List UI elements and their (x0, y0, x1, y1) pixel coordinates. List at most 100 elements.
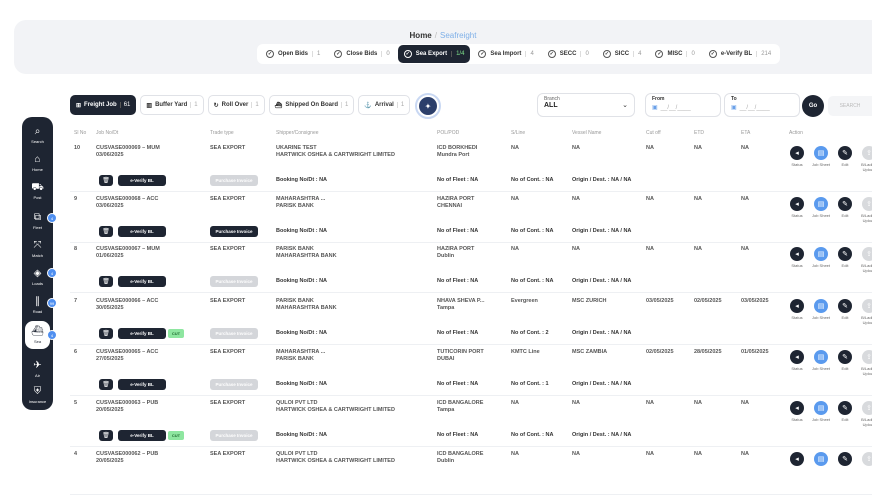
edit-icon[interactable]: ✎ (838, 401, 852, 415)
from-date-field[interactable]: From ▣ __/__/____ (645, 93, 721, 117)
upload-icon[interactable]: ⇪ (862, 299, 872, 313)
delete-icon[interactable]: 🗑 (99, 430, 113, 441)
purchase-invoice-button[interactable]: Purchase Invoice (210, 226, 258, 237)
tab-open-bids[interactable]: ✓ Open Bids 1 (260, 45, 326, 63)
upload-icon[interactable]: ⇪ (862, 452, 872, 466)
purchase-invoice-button[interactable]: Purchase Invoice (210, 276, 258, 287)
job-sheet-icon[interactable]: ▤ (814, 247, 828, 261)
delete-icon[interactable]: 🗑 (99, 276, 113, 287)
job-sheet-icon[interactable]: ▤ (814, 299, 828, 313)
tab-sicc[interactable]: ✓ SICC 4 (597, 45, 648, 63)
edit-icon[interactable]: ✎ (838, 197, 852, 211)
everify-bl-button[interactable]: e-Verify BL (118, 175, 166, 186)
status-icon[interactable]: ◂ (790, 247, 804, 261)
edit-icon[interactable]: ✎ (838, 299, 852, 313)
job-sheet-icon[interactable]: ▤ (814, 350, 828, 364)
column-header: Sl No (74, 130, 87, 136)
port-of-discharge: Tampa (437, 407, 455, 413)
status-icon[interactable]: ◂ (790, 452, 804, 466)
shipper-name: PARISK BANK (276, 298, 314, 304)
purchase-invoice-button[interactable]: Purchase Invoice (210, 379, 258, 390)
sidebar-item-match[interactable]: ⤧ Match (22, 235, 53, 263)
eta-date: 01/05/2025 (741, 349, 769, 355)
booking-info: Booking No/Dt : NA (276, 278, 328, 284)
sidebar-item-post[interactable]: ⛟ Post (22, 177, 53, 205)
job-sheet-icon[interactable]: ▤ (814, 197, 828, 211)
delete-icon[interactable]: 🗑 (99, 379, 113, 390)
upload-icon[interactable]: ⇪ (862, 401, 872, 415)
upload-icon[interactable]: ⇪ (862, 197, 872, 211)
filter-buffer-yard[interactable]: ▥ Buffer Yard 1 (140, 95, 204, 115)
filter-roll-over[interactable]: ↻ Roll Over 1 (207, 95, 265, 115)
cut-off-date: NA (646, 451, 654, 457)
branch-select[interactable]: Branch ALL ⌄ (537, 93, 635, 117)
etd-date: 02/05/2025 (694, 298, 722, 304)
search-button[interactable]: SEARCH (828, 96, 872, 116)
tab-misc[interactable]: ✓ MISC 0 (649, 45, 700, 63)
filter-shipped-on-board[interactable]: ⛴ Shipped On Board 1 (268, 95, 355, 115)
check-circle-icon: ✓ (547, 50, 556, 58)
sidebar-item-air[interactable]: ✈ Air (22, 355, 53, 383)
job-date: 30/05/2025 (96, 305, 124, 311)
everify-bl-button[interactable]: e-Verify BL (118, 430, 166, 441)
job-date: 20/05/2025 (96, 458, 124, 464)
filter-count: 1 (341, 102, 348, 108)
edit-icon[interactable]: ✎ (838, 146, 852, 160)
upload-icon[interactable]: ⇪ (862, 350, 872, 364)
tab-label: Close Bids (346, 51, 378, 57)
trade-type: SEA EXPORT (210, 451, 246, 457)
upload-icon[interactable]: ⇪ (862, 247, 872, 261)
shipper-name: PARISK BANK (276, 246, 314, 252)
purchase-invoice-button[interactable]: Purchase Invoice (210, 430, 258, 441)
status-icon[interactable]: ◂ (790, 146, 804, 160)
port-of-discharge: CHENNAI (437, 203, 463, 209)
edit-icon[interactable]: ✎ (838, 350, 852, 364)
booking-info: Booking No/Dt : NA (276, 381, 328, 387)
check-circle-icon: ✓ (602, 50, 611, 58)
everify-bl-button[interactable]: e-Verify BL (118, 328, 166, 339)
tab-sea-export[interactable]: ✓ Sea Export 1/4 (397, 45, 471, 63)
etd-date: NA (694, 196, 702, 202)
purchase-invoice-button[interactable]: Purchase Invoice (210, 328, 258, 339)
filter-freight-job[interactable]: ⊞ Freight Job 61 (70, 95, 137, 115)
job-date: 03/06/2025 (96, 203, 124, 209)
edit-icon[interactable]: ✎ (838, 247, 852, 261)
edit-icon[interactable]: ✎ (838, 452, 852, 466)
tab-close-bids[interactable]: ✓ Close Bids 0 (328, 45, 395, 63)
shipping-line: NA (511, 196, 519, 202)
status-icon[interactable]: ◂ (790, 350, 804, 364)
user-avatar[interactable]: ✦ (415, 93, 441, 119)
calendar-icon: ▣ (652, 105, 658, 111)
to-date-field[interactable]: To ▣ __/__/____ (724, 93, 800, 117)
avatar-icon: ✦ (419, 97, 437, 115)
upload-icon[interactable]: ⇪ (862, 146, 872, 160)
everify-bl-button[interactable]: e-Verify BL (118, 276, 166, 287)
everify-bl-button[interactable]: e-Verify BL (118, 379, 166, 390)
tab-e-verify-bl[interactable]: ✓ e-Verify BL 214 (703, 45, 777, 63)
trade-type: SEA EXPORT (210, 145, 246, 151)
sidebar-item-insurance[interactable]: ⛨ Insurance (22, 381, 53, 409)
tab-secc[interactable]: ✓ SECC 0 (542, 45, 595, 63)
sidebar-item-home[interactable]: ⌂ Home (22, 149, 53, 177)
action-label: Edit (841, 366, 849, 371)
port-of-discharge: Tampa (437, 305, 455, 311)
job-sheet-icon[interactable]: ▤ (814, 401, 828, 415)
filter-arrival[interactable]: ⚓ Arrival 1 (358, 95, 411, 115)
go-button[interactable]: Go (802, 95, 824, 117)
purchase-invoice-button[interactable]: Purchase Invoice (210, 175, 258, 186)
job-sheet-icon[interactable]: ▤ (814, 146, 828, 160)
delete-icon[interactable]: 🗑 (99, 226, 113, 237)
delete-icon[interactable]: 🗑 (99, 328, 113, 339)
status-icon[interactable]: ◂ (790, 197, 804, 211)
etd-date: NA (694, 400, 702, 406)
consignee-name: HARTWICK OSHEA & CARTWRIGHT LIMITED (276, 458, 395, 464)
status-icon[interactable]: ◂ (790, 299, 804, 313)
status-icon[interactable]: ◂ (790, 401, 804, 415)
breadcrumb-home[interactable]: Home (410, 31, 432, 40)
port-of-discharge: Dublin (437, 458, 455, 464)
tab-sea-import[interactable]: ✓ Sea Import 4 (472, 45, 539, 63)
everify-bl-button[interactable]: e-Verify BL (118, 226, 166, 237)
to-label: To (731, 96, 737, 102)
delete-icon[interactable]: 🗑 (99, 175, 113, 186)
job-sheet-icon[interactable]: ▤ (814, 452, 828, 466)
